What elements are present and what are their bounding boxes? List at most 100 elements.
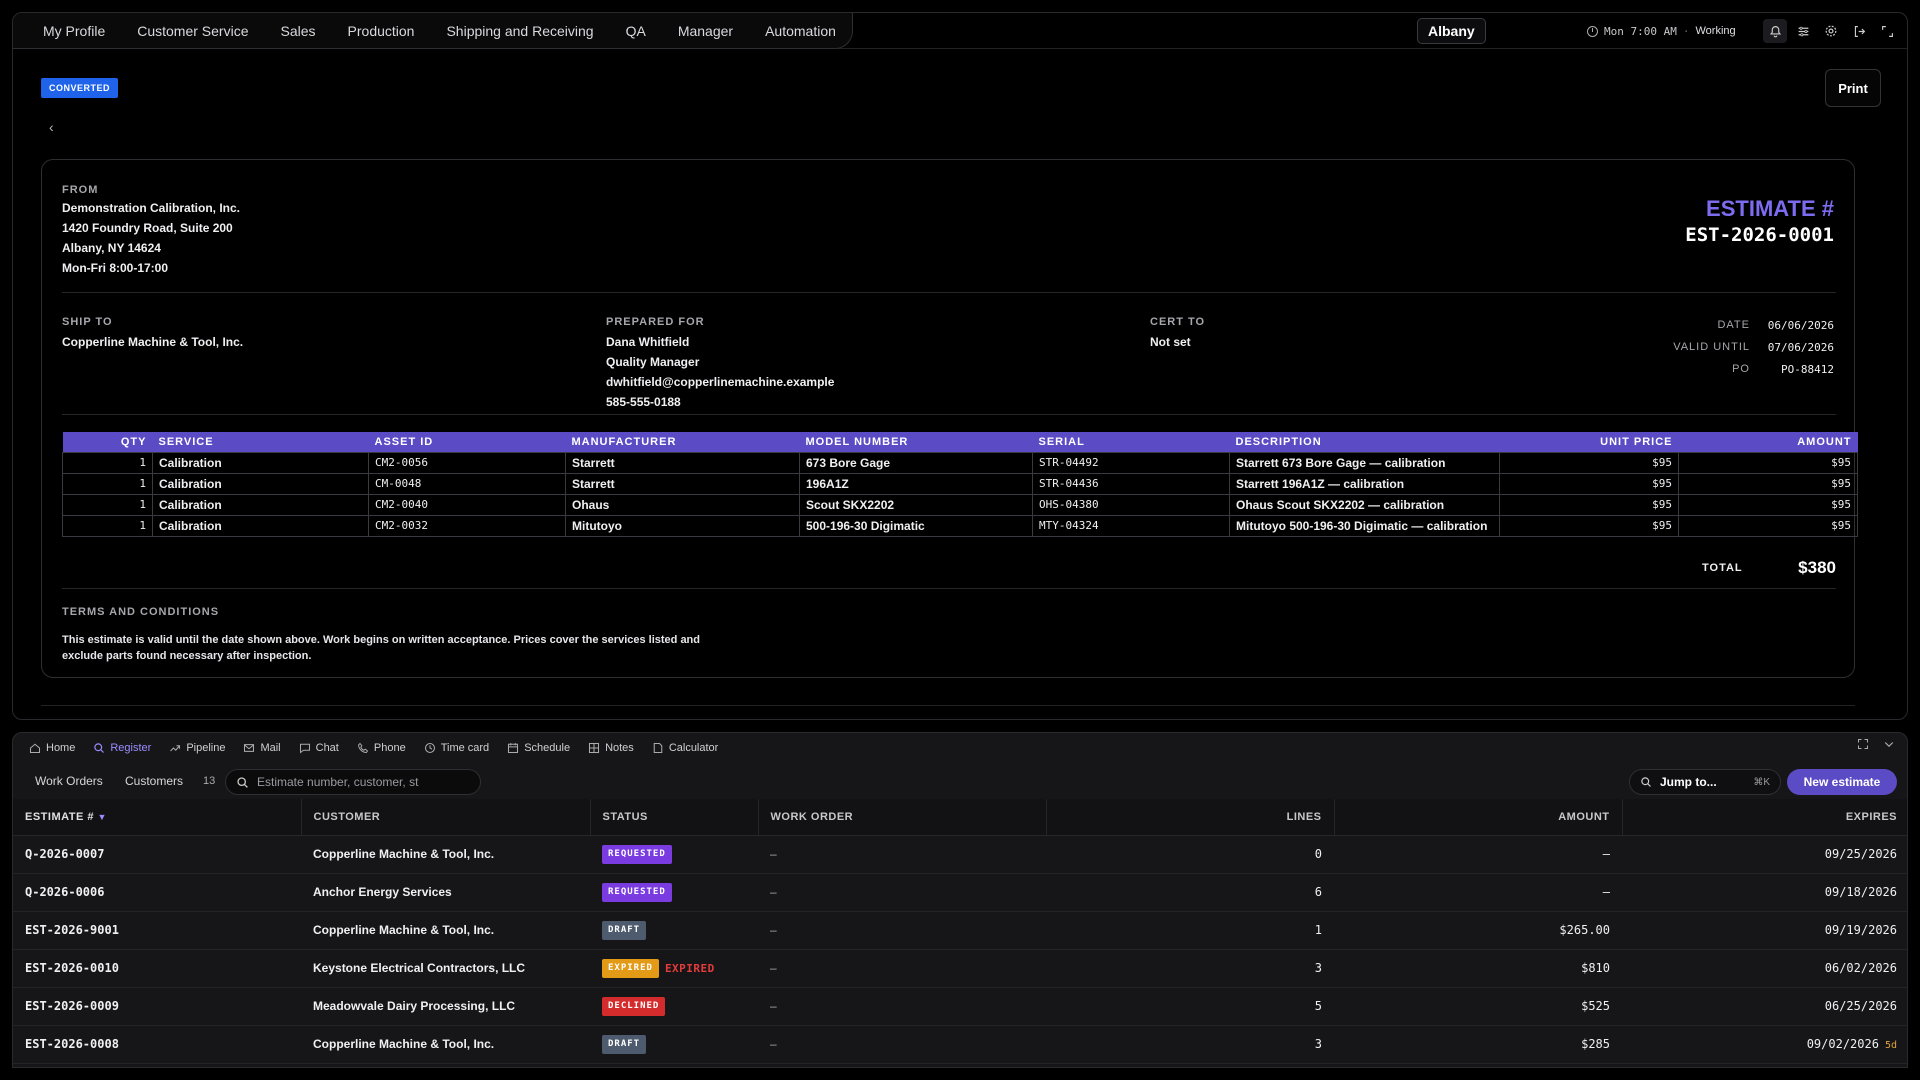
expires-cell: 06/02/2026 xyxy=(1622,949,1907,988)
customer-cell: Copperline Machine & Tool, Inc. xyxy=(301,911,590,950)
tab-work-orders[interactable]: Work Orders xyxy=(35,774,103,788)
grid-icon xyxy=(589,742,600,754)
estimate-number-cell[interactable]: EST-2026-9001 xyxy=(13,911,301,950)
column-customer[interactable]: CUSTOMER xyxy=(301,799,591,836)
table-row[interactable]: EST-2026-9001 Copperline Machine & Tool, … xyxy=(13,911,1907,950)
nav-manager[interactable]: Manager xyxy=(678,23,733,39)
expires-cell: 09/19/2026 xyxy=(1622,911,1907,950)
dock-calculator[interactable]: Calculator xyxy=(652,742,718,754)
table-row[interactable]: EST-2026-0008 Copperline Machine & Tool, … xyxy=(13,1025,1907,1064)
dock-home[interactable]: Home xyxy=(29,742,75,754)
prepared-for-block: PREPARED FOR Dana Whitfield Quality Mana… xyxy=(606,316,834,412)
location-selector[interactable]: Albany xyxy=(1417,18,1486,44)
line-item-row: 1 Calibration CM2-0056 Starrett 673 Bore… xyxy=(62,451,1858,474)
gear-icon[interactable] xyxy=(1819,19,1843,43)
dock-time-card[interactable]: Time card xyxy=(424,742,489,754)
divider xyxy=(41,705,1855,706)
column-expires[interactable]: EXPIRES xyxy=(1622,799,1907,836)
search-icon xyxy=(94,743,105,753)
expires-cell: 09/02/2026 5d xyxy=(1622,1025,1907,1064)
list-settings-icon[interactable] xyxy=(1791,19,1815,43)
amount-cell: $285 xyxy=(1334,1025,1622,1064)
nav-sales[interactable]: Sales xyxy=(281,23,316,39)
nav-my-profile[interactable]: My Profile xyxy=(43,23,105,39)
logout-icon[interactable] xyxy=(1847,19,1871,43)
trend-icon xyxy=(170,745,181,752)
terms-text: This estimate is valid until the date sh… xyxy=(62,634,700,662)
amount-cell: – xyxy=(1334,835,1622,874)
jump-to-button[interactable]: Jump to... ⌘K xyxy=(1629,769,1781,795)
expired-flag: EXPIRED xyxy=(664,961,715,975)
expires-cell: 09/18/2026 xyxy=(1622,873,1907,912)
column-amount[interactable]: AMOUNT xyxy=(1334,799,1623,836)
column-estimate-number[interactable]: ESTIMATE # ▼ xyxy=(13,799,302,836)
estimate-title: ESTIMATE # xyxy=(1706,196,1834,221)
search-field[interactable] xyxy=(225,769,481,795)
search-input[interactable] xyxy=(257,775,467,789)
from-label: FROM xyxy=(62,184,99,196)
column-work-order[interactable]: WORK ORDER xyxy=(758,799,1047,836)
fullscreen-icon[interactable] xyxy=(1857,738,1869,750)
register-panel: Home Register Pipeline Mail Chat Phone T… xyxy=(12,732,1908,1068)
estimate-number-cell[interactable]: EST-2026-0008 xyxy=(13,1025,301,1064)
column-status[interactable]: STATUS xyxy=(590,799,759,836)
po-number: PO-88412 xyxy=(1781,362,1834,376)
dock-schedule[interactable]: Schedule xyxy=(507,742,570,754)
amount-cell: – xyxy=(1334,873,1622,912)
table-row[interactable]: Q-2026-0006 Anchor Energy Services REQUEST… xyxy=(13,873,1907,912)
new-estimate-button[interactable]: New estimate xyxy=(1787,769,1897,795)
nav-customer-service[interactable]: Customer Service xyxy=(137,23,248,39)
total-value: $380 xyxy=(1798,558,1836,577)
status-cell: DRAFT xyxy=(590,1025,758,1064)
dock-phone[interactable]: Phone xyxy=(357,742,406,754)
back-chevron-icon[interactable]: ‹ xyxy=(49,119,54,135)
table-row[interactable]: EST-2026-0009 Meadowvale Dairy Processing… xyxy=(13,987,1907,1026)
dock-notes[interactable]: Notes xyxy=(588,742,634,754)
work-order-cell: – xyxy=(758,911,1046,950)
nav-production[interactable]: Production xyxy=(348,23,415,39)
table-row[interactable]: Q-2026-0007 Copperline Machine & Tool, In… xyxy=(13,835,1907,874)
estimate-window: My Profile Customer Service Sales Produc… xyxy=(12,12,1908,720)
phone-icon xyxy=(357,742,369,753)
tab-customers[interactable]: Customers xyxy=(125,774,183,788)
nav-shipping-receiving[interactable]: Shipping and Receiving xyxy=(446,23,593,39)
cert-to-value: Not set xyxy=(1150,335,1191,349)
status-cell: DECLINED xyxy=(590,987,758,1026)
ship-to-block: SHIP TO Copperline Machine & Tool, Inc. xyxy=(62,316,243,352)
sort-desc-icon: ▼ xyxy=(97,811,107,822)
company-city: Albany, NY 14624 xyxy=(62,241,161,255)
chevron-down-icon[interactable] xyxy=(1883,738,1895,750)
estimate-number-cell[interactable]: Q-2026-0006 xyxy=(13,873,301,912)
bell-icon[interactable] xyxy=(1763,19,1787,43)
table-row[interactable]: EST-2026-0010 Keystone Electrical Contrac… xyxy=(13,949,1907,988)
dock-bar: Home Register Pipeline Mail Chat Phone T… xyxy=(13,733,1907,763)
total-label: TOTAL xyxy=(1702,562,1743,574)
nav-automation[interactable]: Automation xyxy=(765,23,836,39)
search-icon xyxy=(237,776,248,788)
status-badge: DRAFT xyxy=(602,920,647,940)
clock-icon xyxy=(424,742,435,754)
line-item-row: 1 Calibration CM2-0040 Ohaus Scout SKX22… xyxy=(62,493,1858,516)
ship-to-value: Copperline Machine & Tool, Inc. xyxy=(62,335,244,349)
lines-cell: 6 xyxy=(1046,873,1334,912)
estimate-number-cell[interactable]: EST-2026-0009 xyxy=(13,987,301,1026)
prepared-for-label: PREPARED FOR xyxy=(606,316,705,328)
dock-pipeline[interactable]: Pipeline xyxy=(169,742,225,754)
dock-mail[interactable]: Mail xyxy=(243,742,281,754)
estimate-number-cell[interactable]: Q-2026-0007 xyxy=(13,835,301,874)
top-icons xyxy=(1763,19,1899,43)
expand-icon[interactable] xyxy=(1875,19,1899,43)
print-button[interactable]: Print xyxy=(1825,69,1881,107)
work-order-cell: – xyxy=(758,873,1046,912)
column-lines[interactable]: LINES xyxy=(1046,799,1335,836)
estimates-header: ESTIMATE # ▼ CUSTOMER STATUS WORK ORDER … xyxy=(13,799,1907,836)
ship-to-label: SHIP TO xyxy=(62,316,113,328)
dock-register[interactable]: Register xyxy=(93,742,151,754)
dock-chat[interactable]: Chat xyxy=(299,742,339,754)
result-count: 13 xyxy=(203,775,216,787)
estimate-number-cell[interactable]: EST-2026-0010 xyxy=(13,949,301,988)
nav-qa[interactable]: QA xyxy=(626,23,646,39)
status-badge: CONVERTED xyxy=(41,78,119,98)
search-icon xyxy=(1641,777,1651,787)
top-bar: My Profile Customer Service Sales Produc… xyxy=(13,13,1907,49)
